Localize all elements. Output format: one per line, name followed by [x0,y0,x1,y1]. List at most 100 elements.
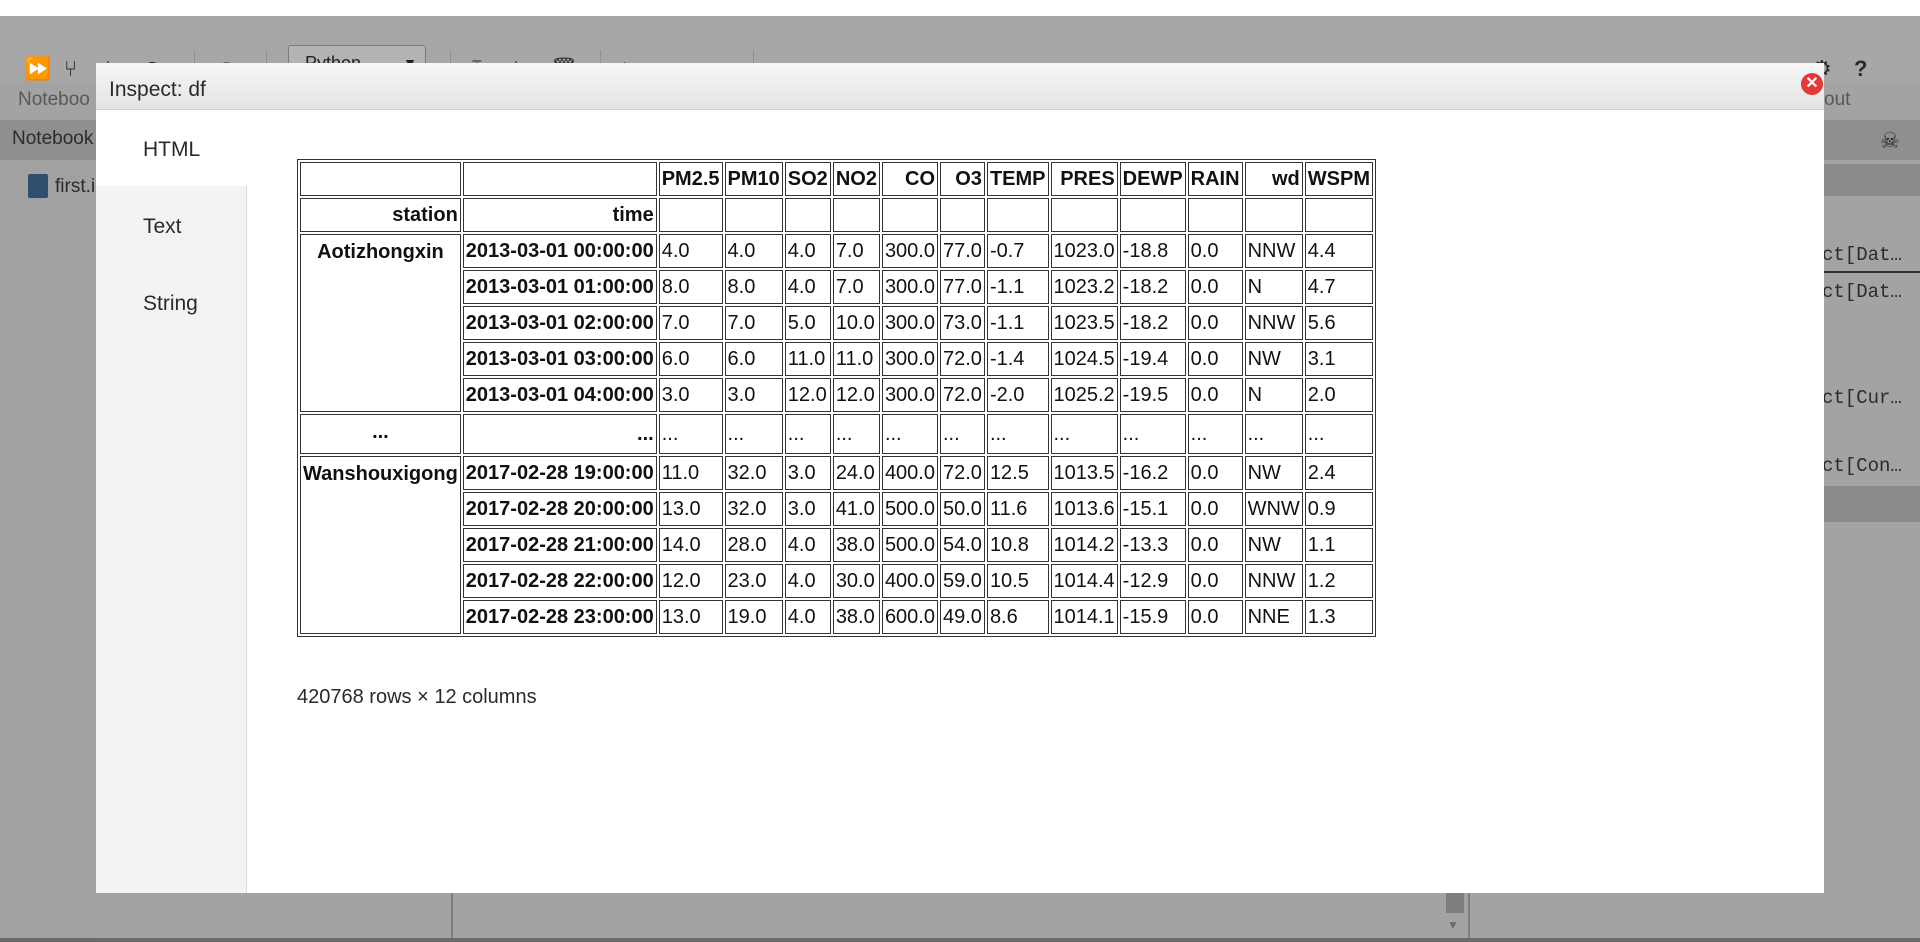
ellipsis-cell: ... [300,414,461,454]
scrollbar-thumb[interactable] [1446,893,1464,913]
sidebar [0,120,96,942]
branch-icon[interactable]: ⑂ [64,58,77,80]
table-cell: -16.2 [1119,456,1186,490]
index-name-station: station [300,198,461,232]
table-cell: 12.0 [658,564,723,598]
table-cell: NW [1244,456,1303,490]
station-index-cell: Wanshouxigong [300,456,461,634]
index-name-time: time [462,198,657,232]
right-item[interactable]: ct[Cur… [1822,387,1902,409]
editor-border [451,893,453,938]
column-header: PM10 [724,162,783,196]
table-cell: 0.0 [1187,270,1243,304]
inspect-dialog: Inspect: df ✕ HTML Text String PM2.5 PM10… [96,63,1824,893]
table-cell: 1023.5 [1050,306,1118,340]
blank-header-cell [300,162,461,196]
scroll-down-icon[interactable]: ▼ [1447,918,1459,932]
ellipsis-cell: ... [462,414,657,454]
table-cell: 72.0 [940,378,985,412]
about-tab-label[interactable]: out [1824,89,1850,111]
tab-string[interactable]: String [143,292,198,316]
table-cell: 12.0 [832,378,880,412]
blank-header-cell [724,198,783,232]
column-header: NO2 [832,162,880,196]
tab-html[interactable]: HTML [96,110,246,186]
table-cell: 28.0 [724,528,783,562]
table-row: 2017-02-28 23:00:00 13.0 19.0 4.0 38.0 600.0 4… [300,600,1373,634]
table-row: 2013-03-01 04:00:00 3.0 3.0 12.0 12.0 300.0 72… [300,378,1373,412]
ellipsis-cell: ... [658,414,723,454]
time-index-cell: 2013-03-01 01:00:00 [462,270,657,304]
table-cell: 0.0 [1187,492,1243,526]
table-cell: 73.0 [940,306,985,340]
table-cell: NNW [1244,234,1303,268]
column-header: wd [1244,162,1303,196]
table-row: 2017-02-28 20:00:00 13.0 32.0 3.0 41.0 500.0 5… [300,492,1373,526]
column-header: DEWP [1119,162,1186,196]
dialog-titlebar[interactable]: Inspect: df ✕ [96,63,1824,110]
file-item-label[interactable]: first.i [55,176,95,198]
column-header: TEMP [986,162,1049,196]
dataframe-view: PM2.5 PM10 SO2 NO2 CO O3 TEMP PRES DEWP RAIN wd WSP… [297,159,1376,637]
notebook-tab-label[interactable]: Noteboo [18,89,90,111]
table-cell: NNW [1244,306,1303,340]
table-cell: -18.2 [1119,306,1186,340]
table-cell: 0.0 [1187,378,1243,412]
close-icon[interactable]: ✕ [1801,73,1823,95]
table-cell: 24.0 [832,456,880,490]
table-cell: 13.0 [658,492,723,526]
tab-text[interactable]: Text [143,215,182,239]
table-cell: 1025.2 [1050,378,1118,412]
table-cell: 1.1 [1304,528,1373,562]
ellipsis-cell: ... [1187,414,1243,454]
ellipsis-cell: ... [832,414,880,454]
table-cell: 77.0 [940,234,985,268]
column-header: PM2.5 [658,162,723,196]
table-cell: 3.0 [724,378,783,412]
ellipsis-cell: ... [724,414,783,454]
skull-icon[interactable]: ☠ [1880,128,1900,154]
ellipsis-cell: ... [1119,414,1186,454]
table-cell: 5.6 [1304,306,1373,340]
table-cell: 38.0 [832,600,880,634]
table-cell: 12.0 [784,378,831,412]
right-item[interactable]: ct[Dat… [1822,244,1902,266]
table-cell: 30.0 [832,564,880,598]
table-cell: NNW [1244,564,1303,598]
time-index-cell: 2017-02-28 19:00:00 [462,456,657,490]
ellipsis-cell: ... [784,414,831,454]
table-cell: 11.0 [658,456,723,490]
blank-header-cell [658,198,723,232]
table-cell: 1014.2 [1050,528,1118,562]
table-cell: -15.1 [1119,492,1186,526]
table-cell: 0.0 [1187,564,1243,598]
table-cell: 4.0 [784,564,831,598]
table-cell: 7.0 [658,306,723,340]
table-cell: N [1244,378,1303,412]
status-bar [0,938,1920,942]
blank-header-cell [1304,198,1373,232]
time-index-cell: 2013-03-01 04:00:00 [462,378,657,412]
right-item[interactable]: ct[Dat… [1822,281,1902,303]
table-cell: -13.3 [1119,528,1186,562]
table-cell: 4.0 [784,234,831,268]
blank-header-cell [462,162,657,196]
table-cell: 10.5 [986,564,1049,598]
table-cell: NW [1244,342,1303,376]
table-cell: 3.1 [1304,342,1373,376]
table-cell: 4.0 [658,234,723,268]
table-cell: -18.8 [1119,234,1186,268]
table-cell: 2.4 [1304,456,1373,490]
dialog-title: Inspect: df [109,78,206,101]
table-cell: 10.8 [986,528,1049,562]
index-name-row: station time [300,198,1373,232]
table-cell: 1013.5 [1050,456,1118,490]
time-index-cell: 2017-02-28 20:00:00 [462,492,657,526]
sidebar-header-label: Notebook [12,128,94,149]
table-cell: 1023.2 [1050,270,1118,304]
run-all-icon[interactable]: ⏩ [24,58,51,80]
right-item[interactable]: ct[Con… [1822,455,1902,477]
table-cell: 500.0 [881,528,938,562]
help-icon[interactable]: ? [1854,58,1867,80]
table-cell: 14.0 [658,528,723,562]
